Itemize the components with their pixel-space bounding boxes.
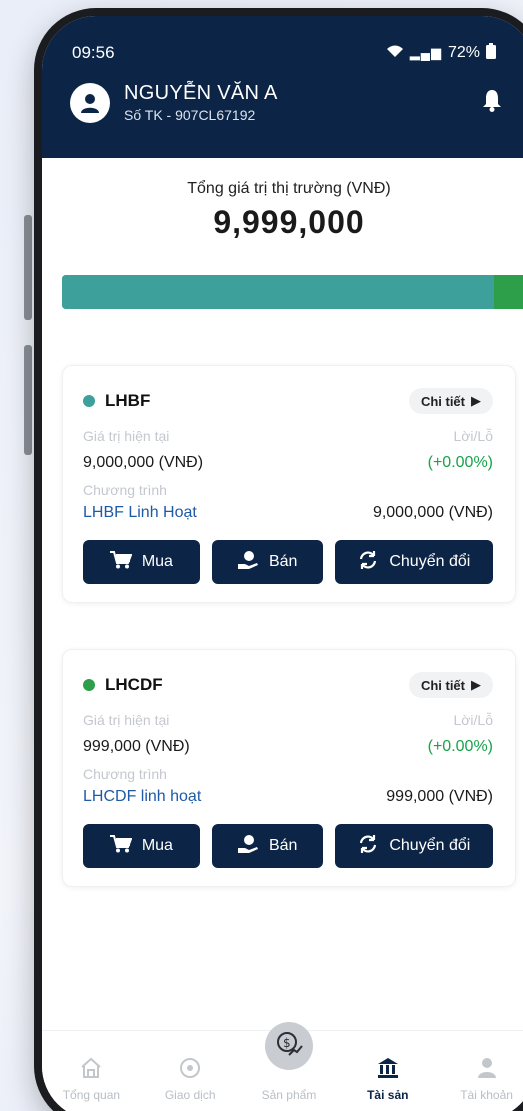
wifi-icon: [386, 44, 404, 63]
user-icon: [477, 1057, 497, 1082]
total-value-label: Tổng giá trị thị trường (VNĐ): [187, 180, 391, 197]
fund-name: LHBF: [83, 391, 150, 411]
cart-icon: [109, 550, 133, 574]
exchange-icon: [357, 550, 379, 575]
phone-frame: 09:56 ▂▄▆ 72% NGUYỄN VĂN A Số TK - 907CL…: [34, 8, 523, 1111]
convert-button[interactable]: Chuyển đổi: [334, 824, 493, 868]
home-icon: [80, 1057, 102, 1082]
play-icon: ▶: [471, 393, 481, 408]
tab-products-label: Sản phẩm: [261, 1088, 317, 1102]
allocation-bar-fill: [62, 275, 494, 309]
tab-account-label: Tài khoản: [460, 1088, 513, 1102]
program-label: Chương trình: [83, 482, 167, 498]
fund-dot-icon: [83, 679, 95, 691]
app-screen: 09:56 ▂▄▆ 72% NGUYỄN VĂN A Số TK - 907CL…: [42, 16, 523, 1111]
bank-icon: [376, 1057, 400, 1082]
signal-icon: ▂▄▆: [409, 45, 442, 60]
battery-icon: [486, 42, 496, 64]
detail-button[interactable]: Chi tiết ▶: [408, 672, 493, 698]
tab-transactions-label: Giao dịch: [164, 1088, 216, 1102]
avatar-icon[interactable]: [70, 82, 110, 123]
cart-icon: [109, 834, 133, 858]
tab-overview-label: Tổng quan: [62, 1088, 121, 1102]
fund-name: LHCDF: [83, 675, 163, 695]
user-info: NGUYỄN VĂN A Số TK - 907CL67192: [124, 82, 278, 123]
battery-percent: 72%: [447, 44, 480, 61]
sell-button-label: Bán: [268, 837, 298, 854]
phone-side-button: [24, 345, 32, 455]
tab-overview[interactable]: Tổng quan: [46, 1057, 136, 1102]
buy-button[interactable]: Mua: [83, 540, 200, 584]
program-label: Chương trình: [83, 766, 167, 782]
tab-transactions[interactable]: Giao dịch: [145, 1057, 235, 1102]
pl-value: (+0.00%): [427, 454, 493, 471]
app-header: 09:56 ▂▄▆ 72% NGUYỄN VĂN A Số TK - 907CL…: [42, 16, 523, 158]
fund-name-label: LHBF: [105, 391, 151, 410]
buy-button-label: Mua: [141, 837, 173, 854]
svg-text:$: $: [283, 1036, 291, 1050]
status-bar: 09:56 ▂▄▆ 72%: [42, 16, 523, 72]
fund-name-label: LHCDF: [105, 675, 163, 694]
exchange-icon: [357, 834, 379, 859]
status-time: 09:56: [72, 43, 115, 62]
detail-button-label: Chi tiết: [420, 393, 465, 409]
hand-money-icon: [237, 834, 259, 859]
fund-card-lhbf: LHBF Chi tiết ▶ Giá trị hiện tại Lời/Lỗ …: [62, 365, 516, 603]
program-link[interactable]: LHCDF linh hoạt: [83, 788, 201, 806]
tab-assets-label: Tài sản: [367, 1088, 409, 1102]
hand-money-icon: [237, 550, 259, 575]
user-row[interactable]: NGUYỄN VĂN A Số TK - 907CL67192: [42, 72, 523, 123]
play-icon: ▶: [471, 677, 481, 692]
allocation-bar: [62, 275, 523, 309]
sell-button-label: Bán: [268, 553, 298, 570]
fund-dot-icon: [83, 395, 95, 407]
detail-button[interactable]: Chi tiết ▶: [408, 388, 493, 414]
sell-button[interactable]: Bán: [211, 824, 323, 868]
program-value: 9,000,000 (VNĐ): [372, 504, 493, 521]
total-value: 9,999,000: [213, 204, 365, 240]
pl-label: Lời/Lỗ: [453, 712, 493, 728]
current-value-label: Giá trị hiện tại: [83, 712, 170, 728]
notification-bell-icon[interactable]: [482, 88, 502, 117]
current-value-label: Giá trị hiện tại: [83, 428, 170, 444]
coin-icon: [179, 1057, 201, 1082]
convert-button-label: Chuyển đổi: [389, 837, 471, 854]
buy-button[interactable]: Mua: [83, 824, 200, 868]
convert-button-label: Chuyển đổi: [389, 553, 471, 570]
status-icons: ▂▄▆ 72%: [386, 42, 496, 64]
pl-value: (+0.00%): [427, 738, 493, 755]
detail-button-label: Chi tiết: [420, 677, 465, 693]
current-value: 999,000 (VNĐ): [83, 738, 190, 755]
account-number: Số TK - 907CL67192: [124, 107, 256, 123]
sell-button[interactable]: Bán: [211, 540, 323, 584]
phone-side-button: [24, 215, 32, 320]
current-value: 9,000,000 (VNĐ): [83, 454, 204, 471]
tab-assets[interactable]: Tài sản: [343, 1057, 433, 1102]
tab-account[interactable]: Tài khoản: [442, 1057, 523, 1102]
user-name: NGUYỄN VĂN A: [124, 82, 278, 104]
products-fab[interactable]: $: [265, 1022, 313, 1070]
pl-label: Lời/Lỗ: [453, 428, 493, 444]
money-growth-icon: $: [275, 1030, 303, 1063]
buy-button-label: Mua: [141, 553, 173, 570]
program-value: 999,000 (VNĐ): [386, 788, 493, 805]
fund-card-lhcdf: LHCDF Chi tiết ▶ Giá trị hiện tại Lời/Lỗ…: [62, 649, 516, 887]
convert-button[interactable]: Chuyển đổi: [334, 540, 493, 584]
program-link[interactable]: LHBF Linh Hoạt: [83, 504, 197, 522]
